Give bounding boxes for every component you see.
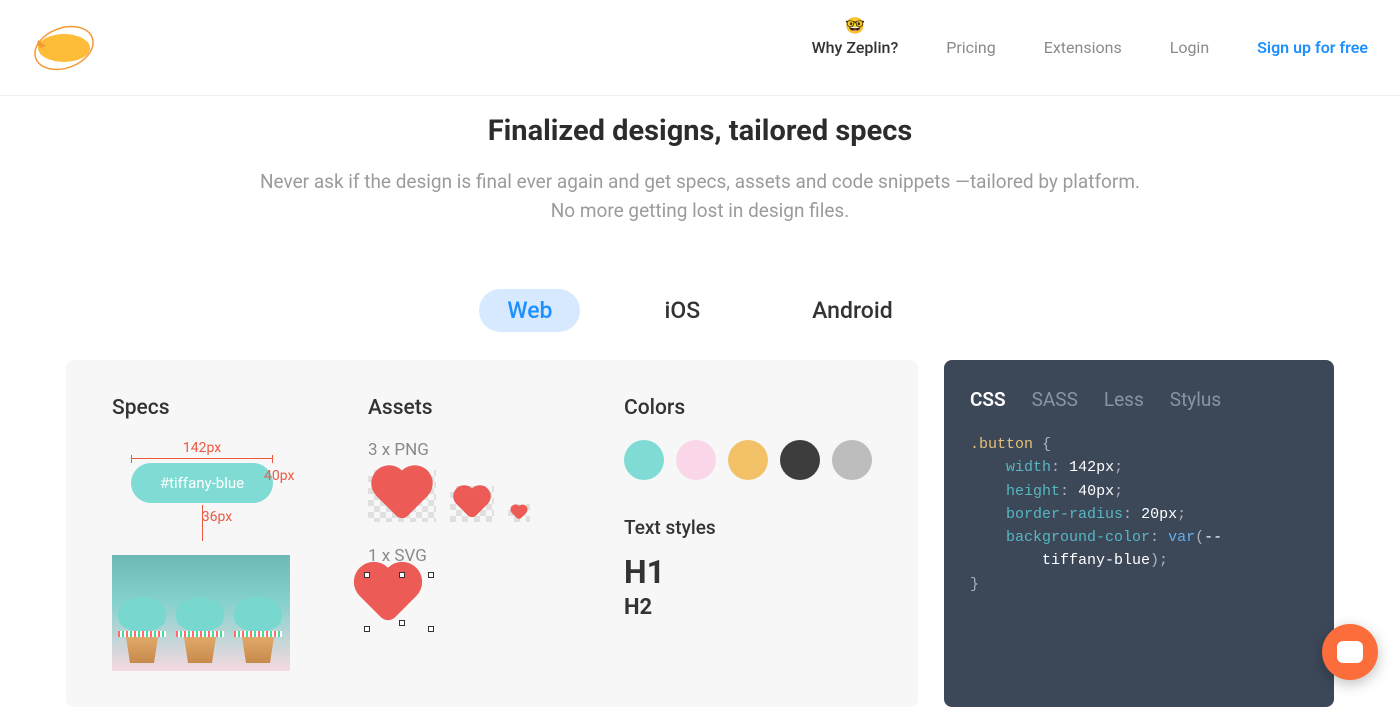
text-style-h1: H1 [624, 553, 872, 591]
code-panel: CSS SASS Less Stylus .button { width: 14… [944, 360, 1334, 707]
nav-pricing[interactable]: Pricing [946, 38, 996, 57]
code-tab-css[interactable]: CSS [970, 388, 1006, 411]
colors-column: Colors Text styles H1 H2 [624, 396, 872, 671]
hero-title: Finalized designs, tailored specs [80, 114, 1320, 148]
specs-panel: Specs 142px #tiffany-blue 40px 36px [66, 360, 918, 707]
hero-section: Finalized designs, tailored specs Never … [0, 96, 1400, 259]
nav-login[interactable]: Login [1170, 38, 1209, 57]
swatch-gold [728, 440, 768, 480]
heart-icon-large [368, 470, 436, 522]
swatch-grey [832, 440, 872, 480]
swatch-pink [676, 440, 716, 480]
tab-web[interactable]: Web [479, 289, 580, 332]
chat-icon [1337, 641, 1363, 663]
swatch-dark [780, 440, 820, 480]
site-header: 🤓 Why Zeplin? Pricing Extensions Login S… [0, 0, 1400, 96]
assets-heading: Assets [368, 396, 584, 420]
heart-svg-icon [368, 576, 430, 628]
code-tab-less[interactable]: Less [1104, 388, 1144, 411]
spec-width-label: 142px [112, 440, 292, 456]
nav-why-zeplin[interactable]: 🤓 Why Zeplin? [812, 38, 899, 57]
tab-android[interactable]: Android [784, 289, 921, 332]
code-tab-sass[interactable]: SASS [1032, 388, 1078, 411]
specs-heading: Specs [112, 396, 328, 420]
zeplin-logo[interactable] [32, 24, 96, 72]
code-tab-stylus[interactable]: Stylus [1170, 388, 1221, 411]
spec-sample-button: #tiffany-blue [131, 463, 273, 503]
specs-column: Specs 142px #tiffany-blue 40px 36px [112, 396, 328, 671]
code-snippet: .button { width: 142px; height: 40px; bo… [970, 433, 1308, 596]
nav-extensions[interactable]: Extensions [1044, 38, 1122, 57]
color-swatches [624, 440, 872, 480]
code-language-tabs: CSS SASS Less Stylus [970, 388, 1308, 411]
nerd-face-icon: 🤓 [845, 16, 865, 35]
text-styles-heading: Text styles [624, 516, 872, 539]
assets-column: Assets 3 x PNG 1 x SVG [368, 396, 584, 671]
heart-icon-medium [450, 486, 494, 522]
hero-subtitle: Never ask if the design is final ever ag… [80, 168, 1320, 225]
colors-heading: Colors [624, 396, 872, 420]
text-style-h2: H2 [624, 595, 872, 620]
nav-signup[interactable]: Sign up for free [1257, 38, 1368, 57]
platform-tabs: Web iOS Android [0, 289, 1400, 332]
spec-gap-label: 36px [112, 509, 292, 525]
spec-diagram: 142px #tiffany-blue 40px 36px [112, 440, 292, 671]
intercom-chat-button[interactable] [1322, 624, 1378, 680]
heart-icon-small [508, 504, 530, 522]
swatch-teal [624, 440, 664, 480]
tab-ios[interactable]: iOS [636, 289, 728, 332]
text-styles: Text styles H1 H2 [624, 516, 872, 620]
cupcake-image [112, 555, 290, 671]
showcase: Specs 142px #tiffany-blue 40px 36px [0, 360, 1400, 707]
png-assets [368, 470, 584, 522]
spec-height-label: 40px [264, 468, 294, 484]
top-nav: 🤓 Why Zeplin? Pricing Extensions Login S… [812, 38, 1368, 57]
png-label: 3 x PNG [368, 440, 584, 460]
spec-width-marker [131, 458, 273, 459]
